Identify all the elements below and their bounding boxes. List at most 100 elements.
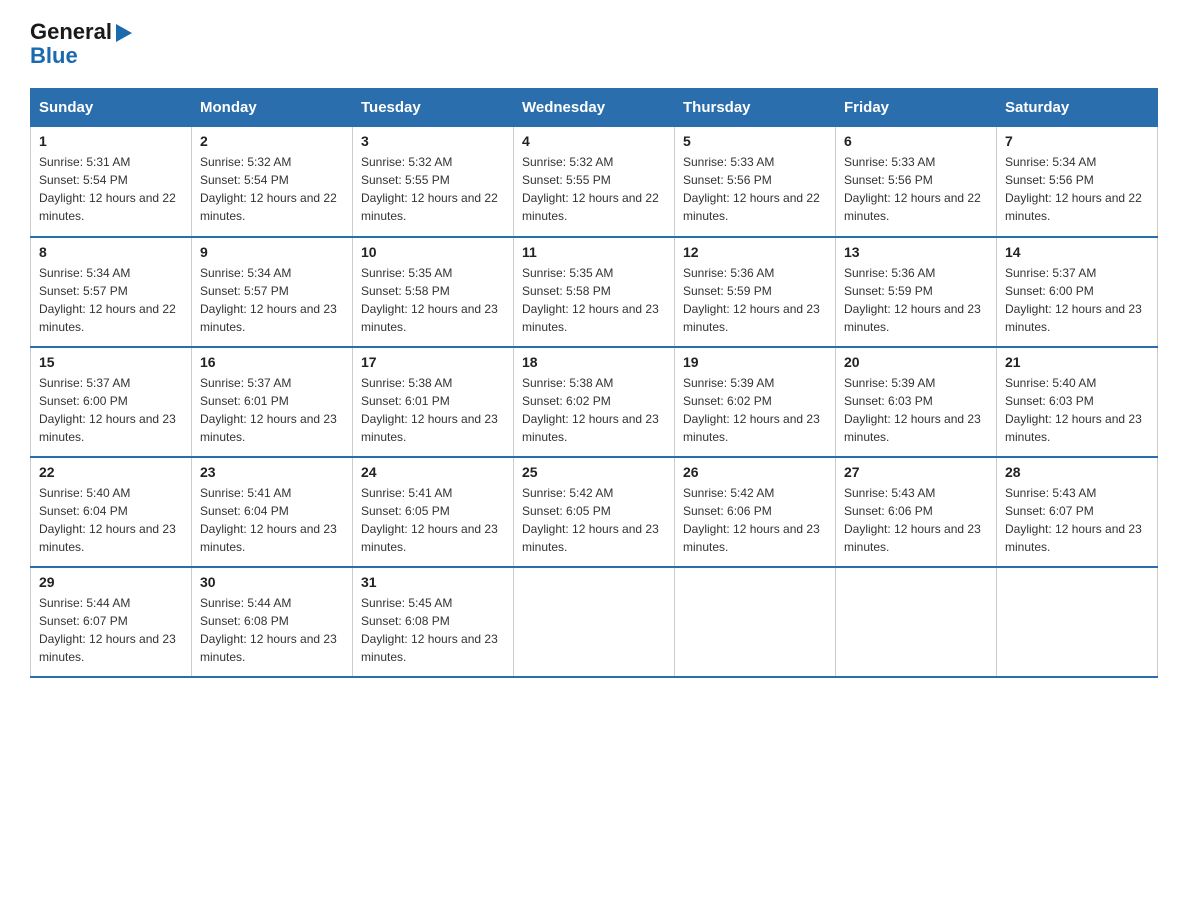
calendar-cell: 22 Sunrise: 5:40 AMSunset: 6:04 PMDayligh… xyxy=(31,457,192,567)
calendar-cell: 20 Sunrise: 5:39 AMSunset: 6:03 PMDayligh… xyxy=(836,347,997,457)
day-info: Sunrise: 5:41 AMSunset: 6:04 PMDaylight:… xyxy=(200,484,344,556)
calendar-week-row: 15 Sunrise: 5:37 AMSunset: 6:00 PMDayligh… xyxy=(31,347,1158,457)
page-header: General Blue xyxy=(30,20,1158,68)
calendar-cell: 24 Sunrise: 5:41 AMSunset: 6:05 PMDayligh… xyxy=(353,457,514,567)
day-number: 15 xyxy=(39,354,183,370)
day-number: 5 xyxy=(683,133,827,149)
day-info: Sunrise: 5:34 AMSunset: 5:57 PMDaylight:… xyxy=(39,264,183,336)
day-number: 8 xyxy=(39,244,183,260)
calendar-cell: 12 Sunrise: 5:36 AMSunset: 5:59 PMDayligh… xyxy=(675,237,836,347)
day-info: Sunrise: 5:34 AMSunset: 5:57 PMDaylight:… xyxy=(200,264,344,336)
day-number: 19 xyxy=(683,354,827,370)
day-number: 25 xyxy=(522,464,666,480)
calendar-cell: 31 Sunrise: 5:45 AMSunset: 6:08 PMDayligh… xyxy=(353,567,514,677)
calendar-cell: 5Sunrise: 5:33 AMSunset: 5:56 PMDaylight… xyxy=(675,127,836,237)
logo-blue-text: Blue xyxy=(30,43,78,68)
day-number: 18 xyxy=(522,354,666,370)
calendar-cell: 6 Sunrise: 5:33 AMSunset: 5:56 PMDaylight… xyxy=(836,127,997,237)
calendar-cell: 21 Sunrise: 5:40 AMSunset: 6:03 PMDayligh… xyxy=(997,347,1158,457)
day-info: Sunrise: 5:32 AMSunset: 5:54 PMDaylight:… xyxy=(200,153,344,225)
day-header-monday: Monday xyxy=(192,89,353,127)
calendar-cell xyxy=(514,567,675,677)
day-number: 6 xyxy=(844,133,988,149)
calendar-week-row: 29 Sunrise: 5:44 AMSunset: 6:07 PMDayligh… xyxy=(31,567,1158,677)
day-number: 24 xyxy=(361,464,505,480)
calendar-header-row: SundayMondayTuesdayWednesdayThursdayFrid… xyxy=(31,89,1158,127)
day-number: 23 xyxy=(200,464,344,480)
day-info: Sunrise: 5:42 AMSunset: 6:05 PMDaylight:… xyxy=(522,484,666,556)
calendar-cell: 10 Sunrise: 5:35 AMSunset: 5:58 PMDayligh… xyxy=(353,237,514,347)
calendar-cell: 16 Sunrise: 5:37 AMSunset: 6:01 PMDayligh… xyxy=(192,347,353,457)
day-number: 11 xyxy=(522,244,666,260)
day-header-friday: Friday xyxy=(836,89,997,127)
day-info: Sunrise: 5:44 AMSunset: 6:07 PMDaylight:… xyxy=(39,594,183,666)
calendar-cell: 15 Sunrise: 5:37 AMSunset: 6:00 PMDayligh… xyxy=(31,347,192,457)
calendar-cell: 11 Sunrise: 5:35 AMSunset: 5:58 PMDayligh… xyxy=(514,237,675,347)
day-info: Sunrise: 5:41 AMSunset: 6:05 PMDaylight:… xyxy=(361,484,505,556)
day-number: 31 xyxy=(361,574,505,590)
day-info: Sunrise: 5:37 AMSunset: 6:01 PMDaylight:… xyxy=(200,374,344,446)
calendar-cell: 23 Sunrise: 5:41 AMSunset: 6:04 PMDayligh… xyxy=(192,457,353,567)
day-info: Sunrise: 5:39 AMSunset: 6:02 PMDaylight:… xyxy=(683,374,827,446)
day-info: Sunrise: 5:42 AMSunset: 6:06 PMDaylight:… xyxy=(683,484,827,556)
day-number: 2 xyxy=(200,133,344,149)
calendar-cell: 27Sunrise: 5:43 AMSunset: 6:06 PMDayligh… xyxy=(836,457,997,567)
calendar-cell xyxy=(997,567,1158,677)
day-info: Sunrise: 5:36 AMSunset: 5:59 PMDaylight:… xyxy=(683,264,827,336)
day-info: Sunrise: 5:44 AMSunset: 6:08 PMDaylight:… xyxy=(200,594,344,666)
calendar-cell: 14 Sunrise: 5:37 AMSunset: 6:00 PMDayligh… xyxy=(997,237,1158,347)
calendar-cell: 25 Sunrise: 5:42 AMSunset: 6:05 PMDayligh… xyxy=(514,457,675,567)
logo-arrow-icon xyxy=(112,22,134,44)
calendar-cell: 2 Sunrise: 5:32 AMSunset: 5:54 PMDaylight… xyxy=(192,127,353,237)
day-info: Sunrise: 5:36 AMSunset: 5:59 PMDaylight:… xyxy=(844,264,988,336)
calendar-cell: 28Sunrise: 5:43 AMSunset: 6:07 PMDayligh… xyxy=(997,457,1158,567)
day-number: 22 xyxy=(39,464,183,480)
day-info: Sunrise: 5:40 AMSunset: 6:04 PMDaylight:… xyxy=(39,484,183,556)
calendar-cell: 9Sunrise: 5:34 AMSunset: 5:57 PMDaylight… xyxy=(192,237,353,347)
day-info: Sunrise: 5:32 AMSunset: 5:55 PMDaylight:… xyxy=(522,153,666,225)
calendar-cell: 26 Sunrise: 5:42 AMSunset: 6:06 PMDayligh… xyxy=(675,457,836,567)
calendar-table: SundayMondayTuesdayWednesdayThursdayFrid… xyxy=(30,88,1158,678)
day-info: Sunrise: 5:43 AMSunset: 6:06 PMDaylight:… xyxy=(844,484,988,556)
day-number: 12 xyxy=(683,244,827,260)
day-info: Sunrise: 5:38 AMSunset: 6:01 PMDaylight:… xyxy=(361,374,505,446)
calendar-week-row: 1Sunrise: 5:31 AMSunset: 5:54 PMDaylight… xyxy=(31,127,1158,237)
calendar-cell: 30 Sunrise: 5:44 AMSunset: 6:08 PMDayligh… xyxy=(192,567,353,677)
day-info: Sunrise: 5:38 AMSunset: 6:02 PMDaylight:… xyxy=(522,374,666,446)
day-number: 21 xyxy=(1005,354,1149,370)
day-header-tuesday: Tuesday xyxy=(353,89,514,127)
day-number: 17 xyxy=(361,354,505,370)
day-header-wednesday: Wednesday xyxy=(514,89,675,127)
day-number: 26 xyxy=(683,464,827,480)
calendar-cell xyxy=(675,567,836,677)
day-header-thursday: Thursday xyxy=(675,89,836,127)
day-info: Sunrise: 5:37 AMSunset: 6:00 PMDaylight:… xyxy=(1005,264,1149,336)
day-number: 10 xyxy=(361,244,505,260)
day-number: 3 xyxy=(361,133,505,149)
day-number: 29 xyxy=(39,574,183,590)
logo-general-text: General xyxy=(30,20,112,44)
day-info: Sunrise: 5:40 AMSunset: 6:03 PMDaylight:… xyxy=(1005,374,1149,446)
calendar-cell xyxy=(836,567,997,677)
day-number: 20 xyxy=(844,354,988,370)
day-info: Sunrise: 5:33 AMSunset: 5:56 PMDaylight:… xyxy=(844,153,988,225)
day-number: 28 xyxy=(1005,464,1149,480)
day-info: Sunrise: 5:34 AMSunset: 5:56 PMDaylight:… xyxy=(1005,153,1149,225)
day-info: Sunrise: 5:35 AMSunset: 5:58 PMDaylight:… xyxy=(361,264,505,336)
day-number: 30 xyxy=(200,574,344,590)
day-info: Sunrise: 5:39 AMSunset: 6:03 PMDaylight:… xyxy=(844,374,988,446)
calendar-week-row: 8 Sunrise: 5:34 AMSunset: 5:57 PMDaylight… xyxy=(31,237,1158,347)
calendar-week-row: 22 Sunrise: 5:40 AMSunset: 6:04 PMDayligh… xyxy=(31,457,1158,567)
calendar-cell: 4 Sunrise: 5:32 AMSunset: 5:55 PMDaylight… xyxy=(514,127,675,237)
day-info: Sunrise: 5:45 AMSunset: 6:08 PMDaylight:… xyxy=(361,594,505,666)
day-number: 16 xyxy=(200,354,344,370)
day-number: 4 xyxy=(522,133,666,149)
day-number: 14 xyxy=(1005,244,1149,260)
day-info: Sunrise: 5:31 AMSunset: 5:54 PMDaylight:… xyxy=(39,153,183,225)
calendar-cell: 7Sunrise: 5:34 AMSunset: 5:56 PMDaylight… xyxy=(997,127,1158,237)
calendar-cell: 17 Sunrise: 5:38 AMSunset: 6:01 PMDayligh… xyxy=(353,347,514,457)
day-header-sunday: Sunday xyxy=(31,89,192,127)
logo: General Blue xyxy=(30,20,134,68)
day-info: Sunrise: 5:37 AMSunset: 6:00 PMDaylight:… xyxy=(39,374,183,446)
day-info: Sunrise: 5:35 AMSunset: 5:58 PMDaylight:… xyxy=(522,264,666,336)
